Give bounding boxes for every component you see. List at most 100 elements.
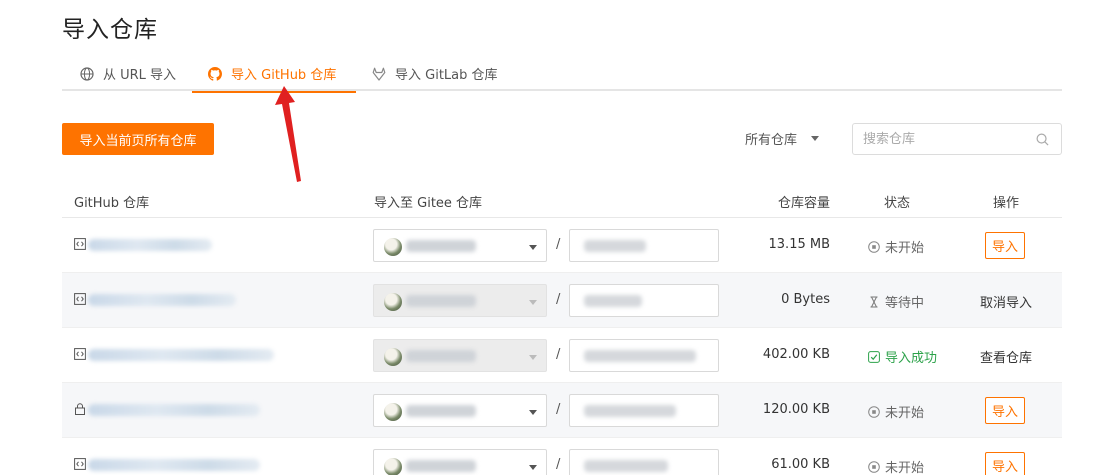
path-separator: / xyxy=(556,292,561,307)
namespace-select[interactable] xyxy=(373,449,547,475)
avatar xyxy=(384,238,402,256)
repo-path-blurred xyxy=(584,405,676,417)
avatar xyxy=(384,293,402,311)
status-badge: 导入成功 xyxy=(868,347,937,366)
header-github-repo: GitHub 仓库 xyxy=(74,196,150,211)
import-all-button[interactable]: 导入当前页所有仓库 xyxy=(62,123,214,155)
caret-down-icon xyxy=(529,410,537,415)
search-box xyxy=(852,123,1062,155)
tab-label: 导入 GitLab 仓库 xyxy=(395,68,498,83)
repo-path-input xyxy=(569,284,719,317)
repo-path-blurred xyxy=(584,240,646,252)
repo-path-input[interactable] xyxy=(569,229,719,262)
status-text: 未开始 xyxy=(885,241,925,256)
header-action: 操作 xyxy=(993,196,1020,211)
import-button[interactable]: 导入 xyxy=(985,397,1025,424)
namespace-name-blurred xyxy=(406,460,476,472)
gitlab-icon xyxy=(372,67,386,81)
not-started-icon xyxy=(868,240,880,253)
cancel-import-link[interactable]: 取消导入 xyxy=(980,292,1032,311)
repo-path-blurred xyxy=(584,295,642,307)
page-title: 导入仓库 xyxy=(62,17,158,43)
repo-path-input xyxy=(569,339,719,372)
lock-icon xyxy=(75,403,85,415)
avatar xyxy=(384,403,402,421)
repo-size: 402.00 KB xyxy=(762,347,830,362)
header-status: 状态 xyxy=(884,196,911,211)
repo-filter-dropdown[interactable]: 所有仓库 xyxy=(745,129,820,148)
caret-down-icon xyxy=(529,300,537,305)
repo-size: 0 Bytes xyxy=(781,292,830,307)
namespace-select[interactable] xyxy=(373,394,547,427)
not-started-icon xyxy=(868,405,880,418)
code-icon xyxy=(74,238,86,250)
path-separator: / xyxy=(556,457,561,472)
header-size: 仓库容量 xyxy=(777,196,830,211)
repo-size: 120.00 KB xyxy=(762,402,830,417)
status-badge: 等待中 xyxy=(868,292,924,311)
path-separator: / xyxy=(556,347,561,362)
status-badge: 未开始 xyxy=(868,237,924,256)
status-text: 等待中 xyxy=(885,296,925,311)
github-repo-name-blurred xyxy=(88,459,260,471)
table-row: / 13.15 MB 未开始 导入 xyxy=(62,218,1062,273)
code-icon xyxy=(74,348,86,360)
header-target-repo: 导入至 Gitee 仓库 xyxy=(374,196,483,211)
caret-down-icon xyxy=(529,355,537,360)
tab-label: 导入 GitHub 仓库 xyxy=(231,68,337,83)
status-text: 导入成功 xyxy=(885,351,938,366)
caret-down-icon xyxy=(811,136,820,141)
annotation-arrow xyxy=(275,86,301,182)
hourglass-icon xyxy=(870,296,878,307)
avatar xyxy=(384,458,402,475)
repo-size: 13.15 MB xyxy=(768,237,830,252)
import-button[interactable]: 导入 xyxy=(985,452,1025,475)
namespace-name-blurred xyxy=(406,405,476,417)
search-icon[interactable] xyxy=(1036,133,1049,146)
namespace-name-blurred xyxy=(406,240,476,252)
status-text: 未开始 xyxy=(885,406,925,421)
code-icon xyxy=(74,293,86,305)
filter-label: 所有仓库 xyxy=(745,133,798,148)
github-repo-name-blurred xyxy=(88,404,260,416)
tab-import-gitlab[interactable]: 导入 GitLab 仓库 xyxy=(372,56,522,91)
path-separator: / xyxy=(556,402,561,417)
view-repo-link[interactable]: 查看仓库 xyxy=(980,347,1032,366)
repo-path-input[interactable] xyxy=(569,394,719,427)
tab-import-from-url[interactable]: 从 URL 导入 xyxy=(80,56,200,91)
github-icon xyxy=(208,66,222,81)
repo-table: GitHub 仓库 导入至 Gitee 仓库 仓库容量 状态 操作 / 13.1… xyxy=(62,180,1062,475)
path-separator: / xyxy=(556,237,561,252)
table-header: GitHub 仓库 导入至 Gitee 仓库 仓库容量 状态 操作 xyxy=(62,180,1062,218)
namespace-select xyxy=(373,339,547,372)
not-started-icon xyxy=(868,460,880,473)
check-icon xyxy=(868,350,880,363)
namespace-select[interactable] xyxy=(373,229,547,262)
status-badge: 未开始 xyxy=(868,402,924,421)
import-button[interactable]: 导入 xyxy=(985,232,1025,259)
code-icon xyxy=(74,458,86,470)
github-repo-name-blurred xyxy=(88,349,274,361)
avatar xyxy=(384,348,402,366)
import-source-tabs: 从 URL 导入 导入 GitHub 仓库 导入 GitLab 仓库 xyxy=(62,56,1062,93)
repo-path-input[interactable] xyxy=(569,449,719,475)
repo-size: 61.00 KB xyxy=(771,457,830,472)
namespace-name-blurred xyxy=(406,295,476,307)
table-row: / 120.00 KB 未开始 导入 xyxy=(62,383,1062,438)
status-text: 未开始 xyxy=(885,461,925,475)
table-row: / 402.00 KB 导入成功 查看仓库 xyxy=(62,328,1062,383)
repo-path-blurred xyxy=(584,460,668,472)
tab-label: 从 URL 导入 xyxy=(103,68,177,83)
globe-icon xyxy=(80,66,94,81)
github-repo-name-blurred xyxy=(88,294,236,306)
caret-down-icon xyxy=(529,245,537,250)
namespace-name-blurred xyxy=(406,350,476,362)
status-badge: 未开始 xyxy=(868,457,924,475)
repo-path-blurred xyxy=(584,350,696,362)
search-input[interactable] xyxy=(853,124,1061,154)
table-row: / 61.00 KB 未开始 导入 xyxy=(62,438,1062,475)
table-row: / 0 Bytes 等待中 取消导入 xyxy=(62,273,1062,328)
namespace-select xyxy=(373,284,547,317)
github-repo-name-blurred xyxy=(88,239,212,251)
caret-down-icon xyxy=(529,465,537,470)
